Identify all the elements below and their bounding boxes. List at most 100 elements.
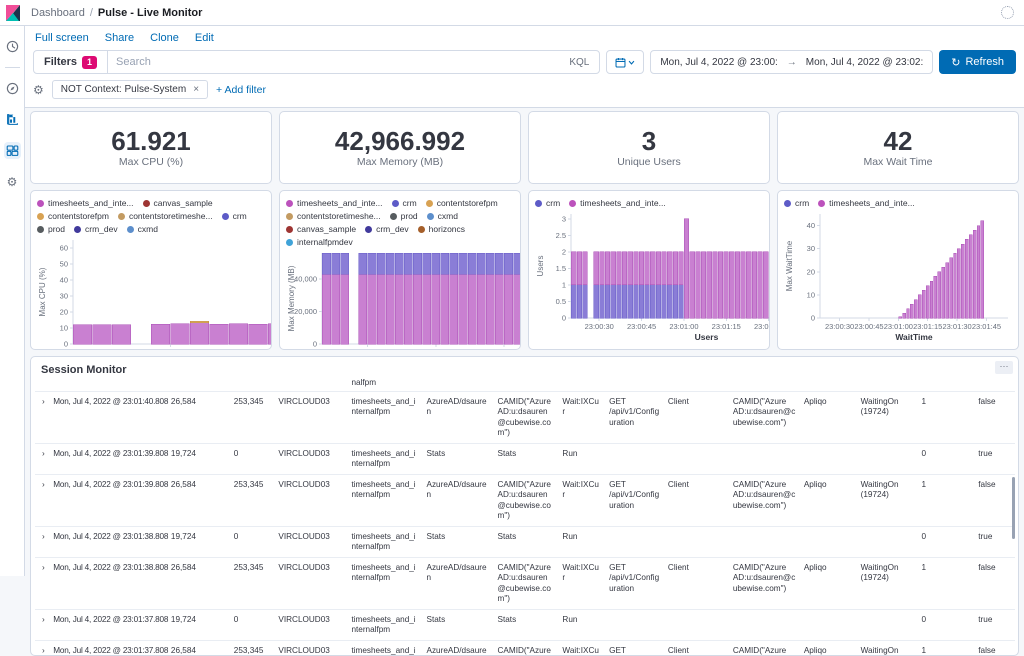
filter-remove-icon[interactable]: ×	[193, 84, 199, 95]
table-cell: WaitingOn (19724)	[859, 557, 920, 609]
kibana-logo-icon	[5, 5, 21, 21]
table-cell: CAMID("Azure AD:u:dsauren@cubewise.com")	[496, 391, 561, 443]
table-cell: AzureAD/dsauren	[425, 474, 496, 526]
table-cell: true	[976, 443, 1015, 474]
legend-dot-icon	[784, 200, 791, 207]
search-input[interactable]: Search	[108, 56, 569, 68]
row-expand-icon[interactable]: ›	[35, 526, 51, 557]
svg-text:0: 0	[64, 340, 68, 348]
table-scrollbar[interactable]	[1012, 477, 1015, 539]
metric-panel: 42,966.992Max Memory (MB)	[279, 111, 521, 184]
legend-label: crm	[233, 210, 247, 223]
help-icon[interactable]	[1001, 6, 1014, 19]
table-cell: CAMID("Azure AD:u:dsauren@cubewise.com")	[496, 557, 561, 609]
toolbar-link-full-screen[interactable]: Full screen	[35, 32, 89, 44]
table-row: ›Mon, Jul 4, 2022 @ 23:01:38.80819,7240V…	[35, 526, 1015, 557]
row-expand-icon[interactable]: ›	[35, 557, 51, 609]
table-cell: VIRCLOUD03	[276, 609, 349, 640]
legend-item[interactable]: timesheets_and_inte...	[37, 197, 134, 210]
table-cell: 1	[919, 640, 976, 656]
discover-icon[interactable]	[4, 80, 21, 97]
row-expand-icon[interactable]: ›	[35, 609, 51, 640]
legend-item[interactable]: timesheets_and_inte...	[286, 197, 383, 210]
date-from[interactable]: Mon, Jul 4, 2022 @ 23:00:	[651, 57, 786, 68]
legend-item[interactable]: contentstorefpm	[37, 210, 109, 223]
legend-item[interactable]: crm	[784, 197, 809, 210]
chart-plot: 020,00040,00023:00:3023:00:4523:01:0023:…	[286, 249, 521, 347]
table-cell: false	[976, 640, 1015, 656]
legend-item[interactable]: horizoncs	[418, 223, 465, 236]
legend-label: timesheets_and_inte...	[48, 197, 134, 210]
add-filter-link[interactable]: + Add filter	[216, 84, 266, 96]
table-cell: timesheets_and_internalfpm	[349, 391, 424, 443]
svg-text:40,000: 40,000	[294, 275, 317, 284]
table-row-partial: nalfpm	[35, 378, 1015, 391]
legend-dot-icon	[118, 213, 125, 220]
table-cell: true	[976, 609, 1015, 640]
legend-label: contentstorefpm	[48, 210, 109, 223]
legend-item[interactable]: canvas_sample	[143, 197, 213, 210]
row-expand-icon[interactable]: ›	[35, 640, 51, 656]
filters-label: Filters	[44, 56, 77, 68]
calendar-icon	[615, 57, 626, 68]
toolbar-link-clone[interactable]: Clone	[150, 32, 179, 44]
legend-item[interactable]: crm	[392, 197, 417, 210]
legend-item[interactable]: timesheets_and_inte...	[569, 197, 666, 210]
kibana-logo[interactable]	[0, 0, 25, 25]
date-to[interactable]: Mon, Jul 4, 2022 @ 23:02:	[797, 57, 932, 68]
table-cell: timesheets_and_internalfpm	[349, 557, 424, 609]
table-cell: Stats	[496, 609, 561, 640]
legend-item[interactable]: cxmd	[127, 223, 158, 236]
table-cell: VIRCLOUD03	[276, 391, 349, 443]
legend-item[interactable]: canvas_sample	[286, 223, 356, 236]
row-expand-icon[interactable]: ›	[35, 391, 51, 443]
svg-text:WaitTime: WaitTime	[895, 332, 933, 342]
table-row: ›Mon, Jul 4, 2022 @ 23:01:39.80819,7240V…	[35, 443, 1015, 474]
query-bar: Filters 1 Search KQL Mon, Jul 4, 2022 @ …	[25, 46, 1024, 77]
kql-selector[interactable]: KQL	[569, 57, 599, 68]
table-cell: CAMID("Azure AD:u:dsauren@cubewise.com")	[731, 640, 802, 656]
date-picker-button[interactable]	[606, 50, 644, 74]
breadcrumb-dashboard[interactable]: Dashboard	[31, 7, 85, 19]
svg-text:23:01:15: 23:01:15	[913, 322, 942, 331]
metric-panel: 3Unique Users	[528, 111, 770, 184]
row-expand-icon[interactable]: ›	[35, 474, 51, 526]
session-monitor-panel: Session Monitor ··· nalfpm›Mon, Jul 4, 2…	[30, 356, 1019, 656]
dashboard-icon[interactable]	[4, 142, 21, 159]
table-cell: Mon, Jul 4, 2022 @ 23:01:39.808	[51, 474, 169, 526]
legend-item[interactable]: cxmd	[427, 210, 458, 223]
legend-item[interactable]: contentstoretimeshe...	[118, 210, 213, 223]
table-cell	[802, 526, 859, 557]
refresh-button[interactable]: ↻ Refresh	[939, 50, 1016, 74]
toolbar-link-share[interactable]: Share	[105, 32, 134, 44]
table-row: ›Mon, Jul 4, 2022 @ 23:01:37.80819,7240V…	[35, 609, 1015, 640]
settings-icon[interactable]: ⚙	[4, 173, 21, 190]
filter-gear-icon[interactable]: ⚙	[33, 83, 44, 97]
svg-text:23:00:30: 23:00:30	[825, 322, 854, 331]
row-expand-icon[interactable]: ›	[35, 443, 51, 474]
legend-item[interactable]: crm	[222, 210, 247, 223]
filter-pill[interactable]: NOT Context: Pulse-System ×	[52, 80, 208, 99]
legend-item[interactable]: internalfpmdev	[286, 236, 353, 249]
session-table-body: nalfpm›Mon, Jul 4, 2022 @ 23:01:40.80826…	[35, 378, 1015, 656]
legend-item[interactable]: prod	[390, 210, 418, 223]
svg-text:3: 3	[562, 214, 566, 223]
legend-item[interactable]: contentstorefpm	[426, 197, 498, 210]
toolbar-link-edit[interactable]: Edit	[195, 32, 214, 44]
legend-label: contentstoretimeshe...	[297, 210, 381, 223]
legend-item[interactable]: crm_dev	[365, 223, 409, 236]
legend-item[interactable]: contentstoretimeshe...	[286, 210, 381, 223]
visualize-icon[interactable]	[4, 111, 21, 128]
legend-item[interactable]: crm_dev	[74, 223, 118, 236]
legend-item[interactable]: prod	[37, 223, 65, 236]
legend-item[interactable]: timesheets_and_inte...	[818, 197, 915, 210]
table-cell	[859, 443, 920, 474]
table-cell: Wait:IXCur	[560, 557, 607, 609]
recently-viewed-icon[interactable]	[4, 38, 21, 55]
page-title: Pulse - Live Monitor	[98, 7, 203, 19]
filters-button[interactable]: Filters 1	[34, 51, 108, 73]
table-cell: timesheets_and_internalfpm	[349, 640, 424, 656]
panel-options-icon[interactable]: ···	[995, 361, 1013, 374]
legend-item[interactable]: crm	[535, 197, 560, 210]
legend-dot-icon	[392, 200, 399, 207]
